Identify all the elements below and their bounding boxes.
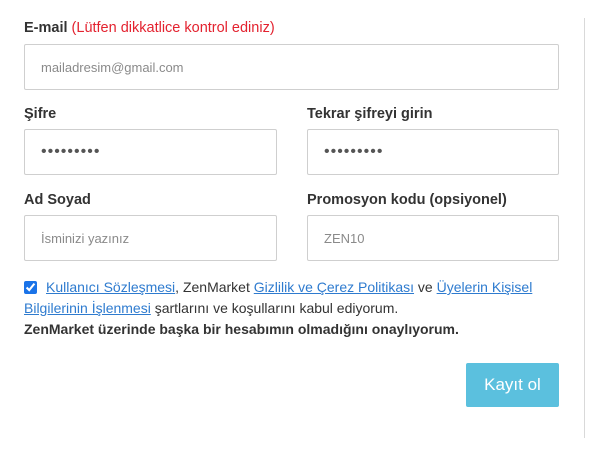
- single-account-confirmation: ZenMarket üzerinde başka bir hesabımın o…: [24, 321, 459, 337]
- email-warning: (Lütfen dikkatlice kontrol ediniz): [71, 20, 275, 36]
- consent-text-3: şartlarını ve koşullarını kabul ediyorum…: [150, 300, 399, 316]
- password-label: Şifre: [24, 106, 57, 122]
- consent-text: Kullanıcı Sözleşmesi, ZenMarket Gizlilik…: [24, 277, 554, 340]
- email-label-text: E-mail: [24, 20, 68, 36]
- email-label: E-mail (Lütfen dikkatlice kontrol ediniz…: [24, 20, 275, 36]
- privacy-link[interactable]: Gizlilik ve Çerez Politikası: [254, 279, 414, 295]
- promo-input[interactable]: [307, 215, 559, 261]
- email-input[interactable]: [24, 44, 559, 90]
- consent-checkbox[interactable]: [24, 281, 37, 294]
- password-repeat-label: Tekrar şifreyi girin: [307, 106, 433, 122]
- form-right-divider: [584, 18, 585, 438]
- consent-text-1: , ZenMarket: [175, 279, 254, 295]
- fullname-label: Ad Soyad: [24, 192, 91, 208]
- password-input[interactable]: [24, 129, 277, 175]
- fullname-input[interactable]: [24, 215, 277, 261]
- promo-label: Promosyon kodu (opsiyonel): [307, 192, 507, 208]
- register-button[interactable]: Kayıt ol: [466, 363, 559, 407]
- consent-text-2: ve: [414, 279, 437, 295]
- terms-link[interactable]: Kullanıcı Sözleşmesi: [46, 279, 175, 295]
- consent-block: Kullanıcı Sözleşmesi, ZenMarket Gizlilik…: [24, 277, 554, 340]
- password-repeat-input[interactable]: [307, 129, 559, 175]
